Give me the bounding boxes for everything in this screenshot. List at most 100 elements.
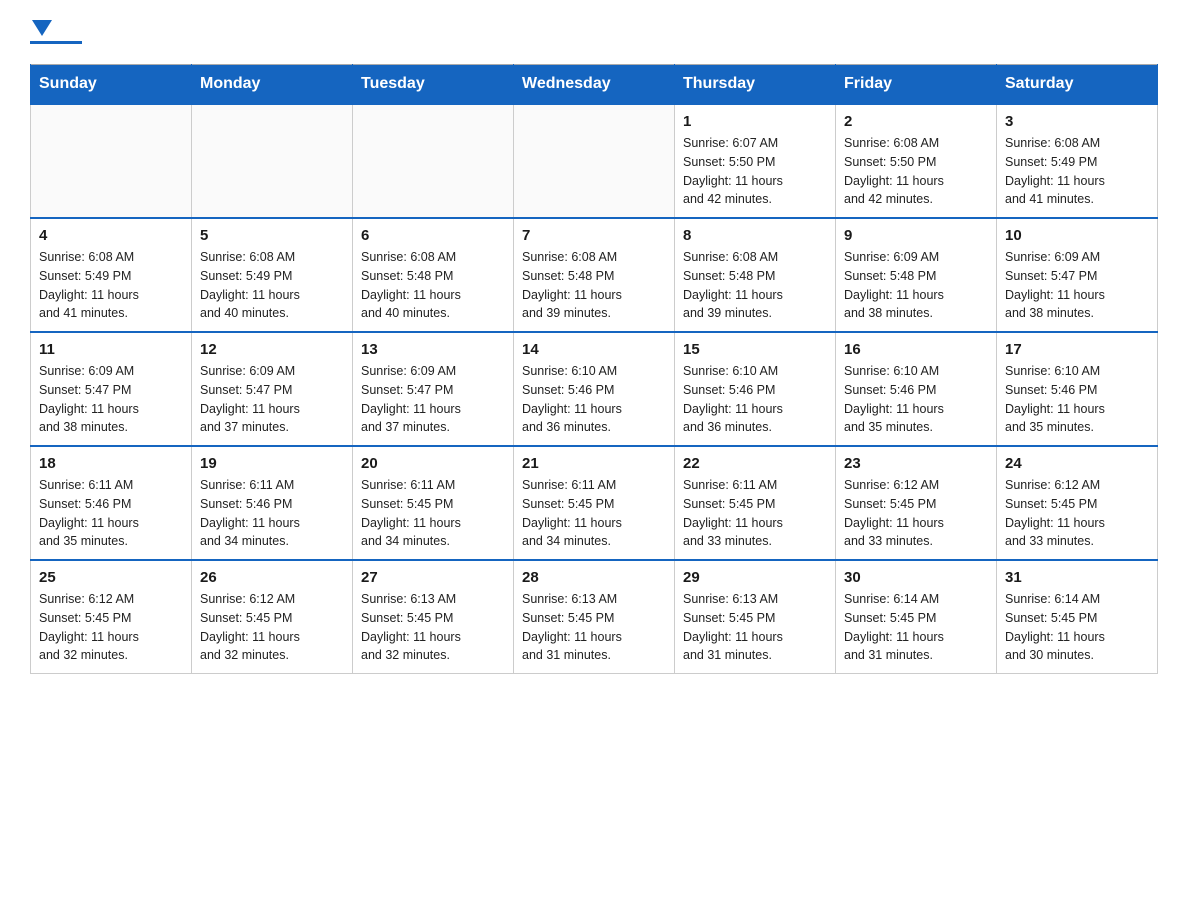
page-header [30, 20, 1158, 44]
calendar-cell: 21 Sunrise: 6:11 AMSunset: 5:45 PMDayligh… [514, 446, 675, 560]
day-info: Sunrise: 6:09 AMSunset: 5:47 PMDaylight:… [361, 362, 505, 437]
calendar-header-tuesday: Tuesday [353, 65, 514, 105]
day-number: 29 [683, 569, 827, 586]
calendar-header-friday: Friday [836, 65, 997, 105]
day-number: 31 [1005, 569, 1149, 586]
day-number: 10 [1005, 227, 1149, 244]
day-number: 16 [844, 341, 988, 358]
day-info: Sunrise: 6:08 AMSunset: 5:48 PMDaylight:… [683, 248, 827, 323]
day-number: 7 [522, 227, 666, 244]
logo-triangle-icon [32, 20, 52, 36]
day-number: 11 [39, 341, 183, 358]
day-number: 24 [1005, 455, 1149, 472]
day-info: Sunrise: 6:08 AMSunset: 5:49 PMDaylight:… [200, 248, 344, 323]
calendar-cell: 12 Sunrise: 6:09 AMSunset: 5:47 PMDayligh… [192, 332, 353, 446]
day-number: 28 [522, 569, 666, 586]
day-info: Sunrise: 6:13 AMSunset: 5:45 PMDaylight:… [361, 590, 505, 665]
day-number: 22 [683, 455, 827, 472]
calendar-cell [192, 104, 353, 218]
calendar-week-1: 1Sunrise: 6:07 AMSunset: 5:50 PMDaylight… [31, 104, 1158, 218]
day-number: 9 [844, 227, 988, 244]
day-info: Sunrise: 6:10 AMSunset: 5:46 PMDaylight:… [683, 362, 827, 437]
calendar-cell: 3Sunrise: 6:08 AMSunset: 5:49 PMDaylight… [997, 104, 1158, 218]
calendar-cell: 27 Sunrise: 6:13 AMSunset: 5:45 PMDayligh… [353, 560, 514, 674]
calendar-week-2: 4Sunrise: 6:08 AMSunset: 5:49 PMDaylight… [31, 218, 1158, 332]
day-info: Sunrise: 6:13 AMSunset: 5:45 PMDaylight:… [683, 590, 827, 665]
calendar-cell: 17 Sunrise: 6:10 AMSunset: 5:46 PMDayligh… [997, 332, 1158, 446]
day-number: 3 [1005, 113, 1149, 130]
calendar-cell: 30 Sunrise: 6:14 AMSunset: 5:45 PMDayligh… [836, 560, 997, 674]
day-number: 14 [522, 341, 666, 358]
calendar-cell: 22Sunrise: 6:11 AMSunset: 5:45 PMDayligh… [675, 446, 836, 560]
day-number: 26 [200, 569, 344, 586]
day-number: 5 [200, 227, 344, 244]
day-number: 18 [39, 455, 183, 472]
day-info: Sunrise: 6:10 AMSunset: 5:46 PMDaylight:… [522, 362, 666, 437]
day-info: Sunrise: 6:08 AMSunset: 5:48 PMDaylight:… [522, 248, 666, 323]
day-info: Sunrise: 6:08 AMSunset: 5:49 PMDaylight:… [39, 248, 183, 323]
day-info: Sunrise: 6:12 AMSunset: 5:45 PMDaylight:… [1005, 476, 1149, 551]
day-info: Sunrise: 6:11 AMSunset: 5:45 PMDaylight:… [361, 476, 505, 551]
calendar-header-thursday: Thursday [675, 65, 836, 105]
calendar-cell [31, 104, 192, 218]
day-info: Sunrise: 6:12 AMSunset: 5:45 PMDaylight:… [200, 590, 344, 665]
calendar-cell: 29 Sunrise: 6:13 AMSunset: 5:45 PMDayligh… [675, 560, 836, 674]
day-info: Sunrise: 6:09 AMSunset: 5:47 PMDaylight:… [39, 362, 183, 437]
day-info: Sunrise: 6:10 AMSunset: 5:46 PMDaylight:… [844, 362, 988, 437]
day-info: Sunrise: 6:12 AMSunset: 5:45 PMDaylight:… [39, 590, 183, 665]
calendar-cell [353, 104, 514, 218]
calendar-header-sunday: Sunday [31, 65, 192, 105]
calendar-cell: 10Sunrise: 6:09 AMSunset: 5:47 PMDayligh… [997, 218, 1158, 332]
calendar-cell: 19Sunrise: 6:11 AMSunset: 5:46 PMDayligh… [192, 446, 353, 560]
calendar-cell: 16 Sunrise: 6:10 AMSunset: 5:46 PMDayligh… [836, 332, 997, 446]
day-number: 2 [844, 113, 988, 130]
calendar-cell: 6Sunrise: 6:08 AMSunset: 5:48 PMDaylight… [353, 218, 514, 332]
day-number: 8 [683, 227, 827, 244]
logo-underline [30, 41, 82, 44]
calendar-cell: 5 Sunrise: 6:08 AMSunset: 5:49 PMDaylight… [192, 218, 353, 332]
calendar-cell: 2 Sunrise: 6:08 AMSunset: 5:50 PMDaylight… [836, 104, 997, 218]
calendar-header-saturday: Saturday [997, 65, 1158, 105]
calendar-cell: 26 Sunrise: 6:12 AMSunset: 5:45 PMDayligh… [192, 560, 353, 674]
day-info: Sunrise: 6:09 AMSunset: 5:48 PMDaylight:… [844, 248, 988, 323]
calendar-cell: 23 Sunrise: 6:12 AMSunset: 5:45 PMDayligh… [836, 446, 997, 560]
calendar-cell: 25 Sunrise: 6:12 AMSunset: 5:45 PMDayligh… [31, 560, 192, 674]
day-number: 15 [683, 341, 827, 358]
day-info: Sunrise: 6:14 AMSunset: 5:45 PMDaylight:… [844, 590, 988, 665]
day-number: 21 [522, 455, 666, 472]
calendar-cell: 15 Sunrise: 6:10 AMSunset: 5:46 PMDayligh… [675, 332, 836, 446]
day-info: Sunrise: 6:13 AMSunset: 5:45 PMDaylight:… [522, 590, 666, 665]
day-info: Sunrise: 6:08 AMSunset: 5:50 PMDaylight:… [844, 134, 988, 209]
calendar-cell: 18 Sunrise: 6:11 AMSunset: 5:46 PMDayligh… [31, 446, 192, 560]
day-number: 17 [1005, 341, 1149, 358]
calendar-header-monday: Monday [192, 65, 353, 105]
day-info: Sunrise: 6:11 AMSunset: 5:46 PMDaylight:… [39, 476, 183, 551]
day-number: 23 [844, 455, 988, 472]
day-number: 12 [200, 341, 344, 358]
day-number: 27 [361, 569, 505, 586]
calendar-week-3: 11 Sunrise: 6:09 AMSunset: 5:47 PMDayligh… [31, 332, 1158, 446]
calendar-cell: 8 Sunrise: 6:08 AMSunset: 5:48 PMDaylight… [675, 218, 836, 332]
day-info: Sunrise: 6:07 AMSunset: 5:50 PMDaylight:… [683, 134, 827, 209]
day-info: Sunrise: 6:14 AMSunset: 5:45 PMDaylight:… [1005, 590, 1149, 665]
calendar-cell: 1Sunrise: 6:07 AMSunset: 5:50 PMDaylight… [675, 104, 836, 218]
day-number: 25 [39, 569, 183, 586]
day-info: Sunrise: 6:12 AMSunset: 5:45 PMDaylight:… [844, 476, 988, 551]
calendar-cell: 31 Sunrise: 6:14 AMSunset: 5:45 PMDayligh… [997, 560, 1158, 674]
day-number: 30 [844, 569, 988, 586]
logo [30, 20, 84, 44]
calendar-cell [514, 104, 675, 218]
calendar-cell: 9 Sunrise: 6:09 AMSunset: 5:48 PMDaylight… [836, 218, 997, 332]
calendar-cell: 11 Sunrise: 6:09 AMSunset: 5:47 PMDayligh… [31, 332, 192, 446]
day-info: Sunrise: 6:10 AMSunset: 5:46 PMDaylight:… [1005, 362, 1149, 437]
calendar-cell: 7 Sunrise: 6:08 AMSunset: 5:48 PMDaylight… [514, 218, 675, 332]
calendar-cell: 24 Sunrise: 6:12 AMSunset: 5:45 PMDayligh… [997, 446, 1158, 560]
day-info: Sunrise: 6:11 AMSunset: 5:45 PMDaylight:… [522, 476, 666, 551]
day-number: 19 [200, 455, 344, 472]
calendar-week-4: 18 Sunrise: 6:11 AMSunset: 5:46 PMDayligh… [31, 446, 1158, 560]
day-info: Sunrise: 6:09 AMSunset: 5:47 PMDaylight:… [200, 362, 344, 437]
calendar-cell: 4Sunrise: 6:08 AMSunset: 5:49 PMDaylight… [31, 218, 192, 332]
calendar-cell: 13 Sunrise: 6:09 AMSunset: 5:47 PMDayligh… [353, 332, 514, 446]
day-number: 6 [361, 227, 505, 244]
day-number: 13 [361, 341, 505, 358]
